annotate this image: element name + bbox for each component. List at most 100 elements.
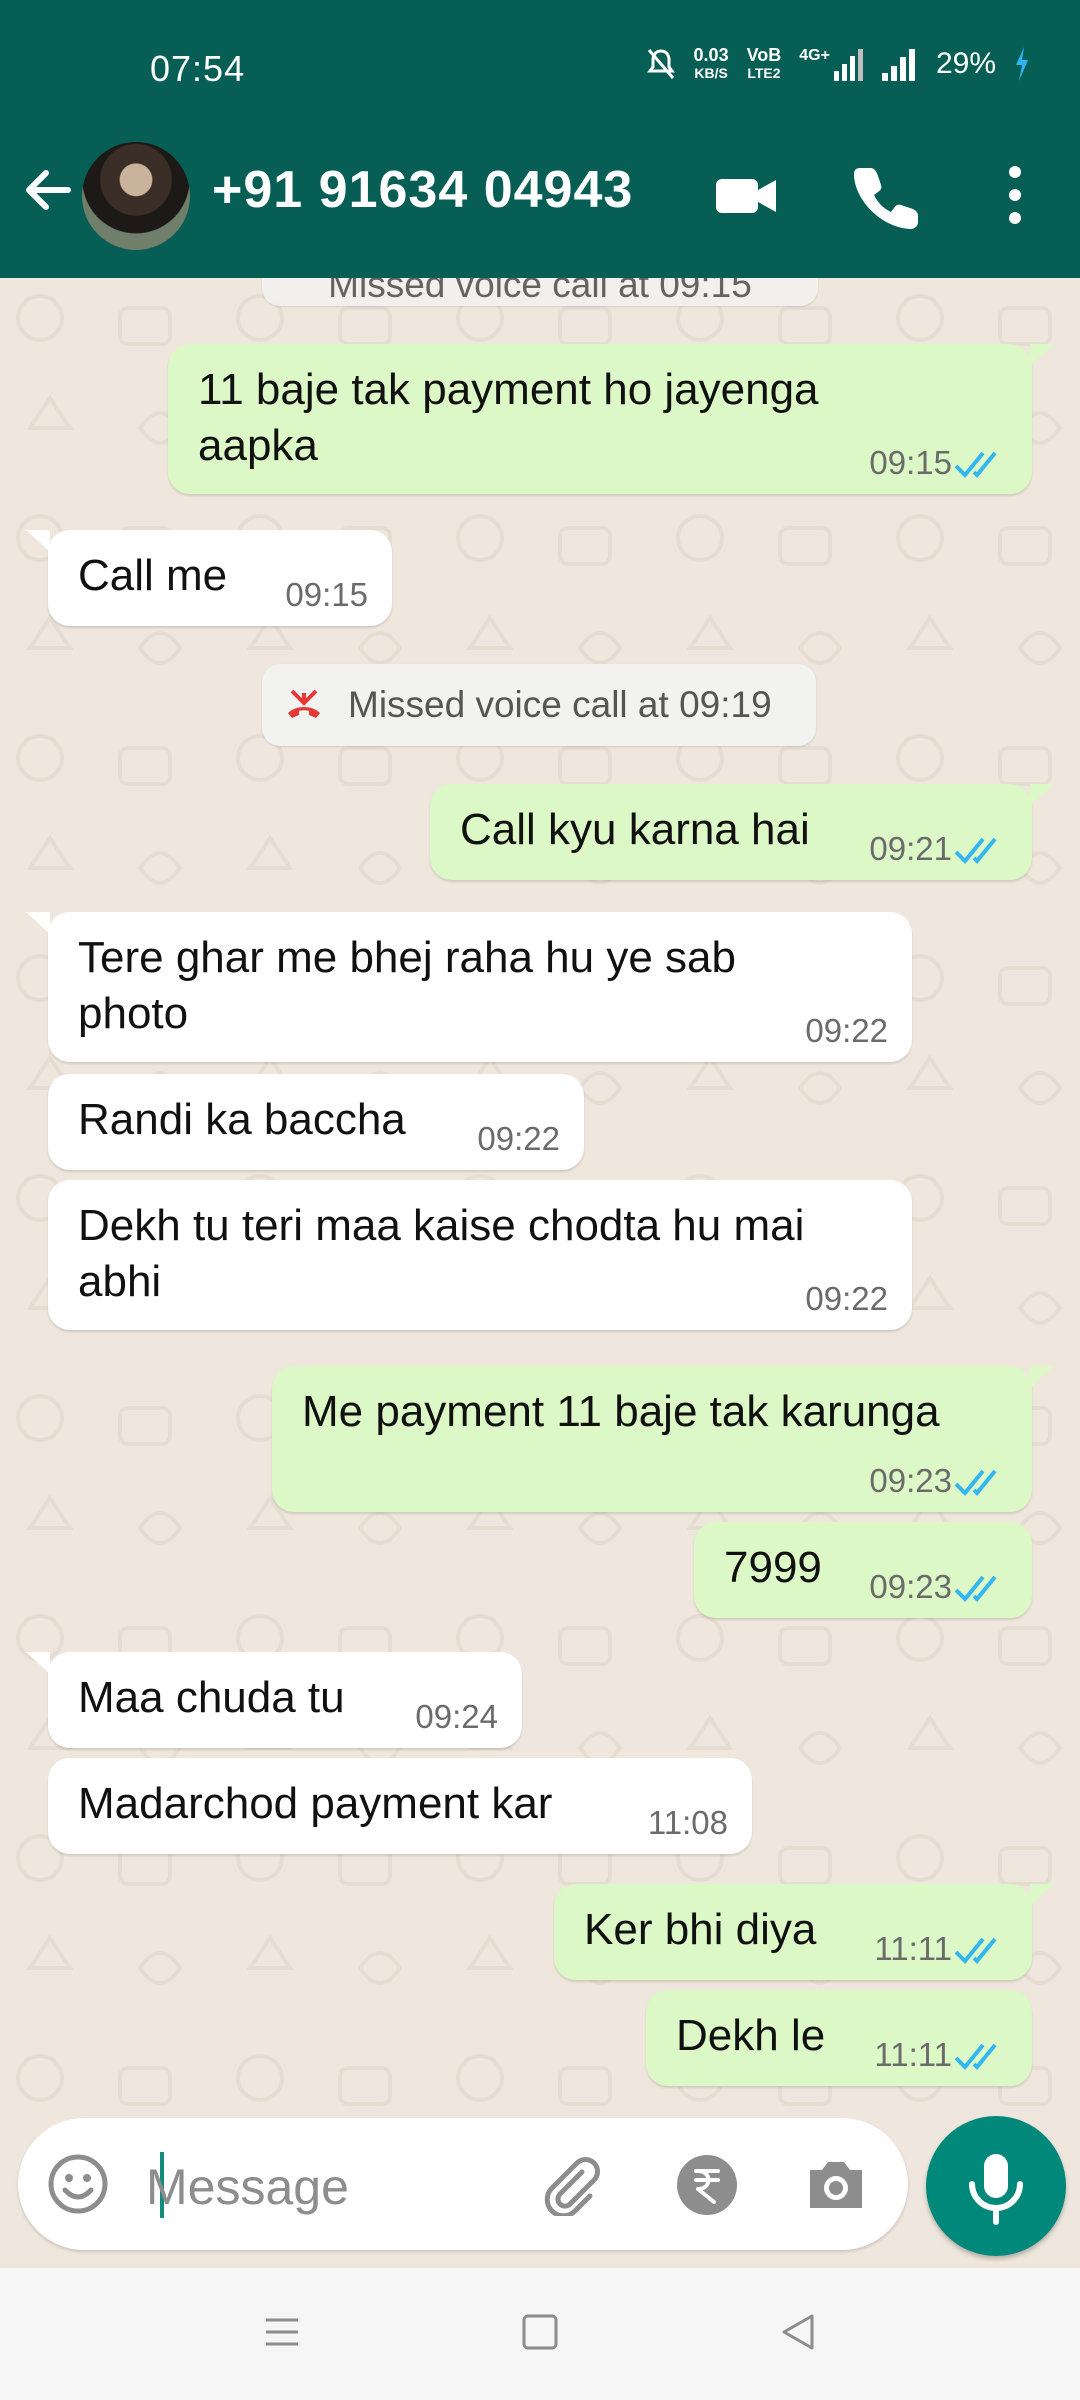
message-incoming[interactable]: Dekh tu teri maa kaise chodta hu mai abh…: [48, 1180, 912, 1330]
message-line: Maa chuda tu: [78, 1673, 345, 1722]
signal-icon: [833, 49, 863, 81]
message-outgoing[interactable]: Call kyu karna hai 09:21: [430, 784, 1032, 880]
message-time: 11:08: [647, 1804, 728, 1841]
message-text: Maa chuda tu: [78, 1670, 345, 1726]
read-ticks-icon: [954, 1575, 997, 1602]
signal-4g: 4G+: [799, 47, 864, 81]
read-ticks-icon: [954, 1469, 997, 1496]
message-line: Call me: [78, 551, 228, 600]
message-text: Tere ghar me bhej raha hu ye sab photo: [78, 930, 736, 1042]
message-time: 09:23: [869, 1462, 952, 1499]
message-line: Me payment 11 baje tak karunga: [302, 1387, 940, 1436]
message-incoming[interactable]: Madarchod payment kar 11:08: [48, 1758, 752, 1854]
voice-record-button[interactable]: [926, 2116, 1066, 2256]
message-incoming[interactable]: Tere ghar me bhej raha hu ye sab photo 0…: [48, 912, 912, 1062]
message-text: Call kyu karna hai: [460, 802, 810, 858]
back-nav-icon[interactable]: [778, 2312, 818, 2352]
message-text: Madarchod payment kar: [78, 1776, 552, 1832]
volte-top: VoB: [746, 45, 782, 65]
missed-call-notice-partial: Missed voice call at 09:15: [262, 278, 818, 306]
read-ticks-icon: [954, 1937, 997, 1964]
mute-notifications-icon: [646, 49, 675, 79]
message-text: Ker bhi diya: [584, 1902, 816, 1958]
battery-percent: 29%: [935, 47, 996, 80]
contact-name[interactable]: +91 91634 04943: [212, 160, 633, 220]
message-text: Dekh tu teri maa kaise chodta hu mai abh…: [78, 1198, 804, 1310]
message-time: 11:11: [874, 1930, 952, 1967]
message-line: Dekh le: [676, 2011, 826, 2060]
bubble-tail: [1030, 1366, 1054, 1388]
message-line: 7999: [724, 1543, 822, 1592]
volte-indicator: VoB LTE2: [747, 46, 782, 82]
home-nav-icon[interactable]: [520, 2312, 560, 2352]
read-ticks-icon: [954, 451, 997, 478]
message-time: 09:22: [805, 1280, 888, 1317]
message-text: Randi ka baccha: [78, 1092, 406, 1148]
voice-call-icon[interactable]: [852, 160, 922, 230]
bubble-tail: [1030, 1884, 1054, 1906]
camera-icon[interactable]: [804, 2154, 868, 2214]
bubble-tail: [26, 912, 50, 934]
contact-avatar[interactable]: [82, 142, 190, 250]
menu-nav-icon[interactable]: [262, 2312, 302, 2352]
missed-call-icon: [288, 689, 320, 718]
video-call-icon[interactable]: [712, 160, 782, 230]
message-line: Tere ghar me bhej raha hu ye sab: [78, 933, 736, 982]
charging-icon: [1016, 47, 1028, 81]
message-text: 11 baje tak payment ho jayenga aapka: [198, 362, 819, 474]
missed-call-text: Missed voice call at 09:19: [348, 684, 772, 725]
network-speed: 0.03 KB/S: [694, 46, 729, 82]
message-outgoing[interactable]: Me payment 11 baje tak karunga 09:23: [272, 1366, 1032, 1512]
message-text: Dekh le: [676, 2008, 825, 2064]
signal-icon-2: [881, 49, 915, 81]
read-ticks-icon: [954, 837, 997, 864]
message-composer: Message: [18, 2118, 908, 2250]
bubble-tail: [1030, 344, 1054, 366]
message-outgoing[interactable]: Dekh le 11:11: [646, 1990, 1032, 2086]
status-icons: 0.03 KB/S VoB LTE2 4G+ 29%: [646, 46, 1030, 82]
message-outgoing[interactable]: Ker bhi diya 11:11: [554, 1884, 1032, 1980]
back-arrow-icon[interactable]: [18, 160, 78, 220]
message-text: 7999: [724, 1540, 822, 1596]
message-input[interactable]: Message: [146, 2158, 349, 2216]
message-outgoing[interactable]: 7999 09:23: [694, 1522, 1032, 1618]
payment-rupee-icon[interactable]: [676, 2154, 738, 2216]
app-header: 07:54 0.03 KB/S VoB LTE2 4G+ 29% +91 916…: [0, 0, 1080, 278]
message-time: 09:23: [869, 1568, 952, 1605]
missed-call-text: Missed voice call at 09:15: [328, 278, 752, 305]
message-line: photo: [78, 989, 189, 1038]
message-line: 11 baje tak payment ho jayenga: [198, 365, 819, 414]
message-line: Madarchod payment kar: [78, 1779, 553, 1828]
more-options-icon[interactable]: [980, 160, 1050, 230]
network-speed-value: 0.03: [693, 45, 729, 65]
message-incoming[interactable]: Randi ka baccha 09:22: [48, 1074, 584, 1170]
message-time: 09:15: [869, 444, 952, 481]
read-ticks-icon: [954, 2043, 997, 2070]
message-line: aapka: [198, 421, 318, 470]
message-line: Call kyu karna hai: [460, 805, 810, 854]
message-text: Me payment 11 baje tak karunga: [302, 1384, 940, 1440]
message-time: 09:21: [869, 830, 952, 867]
message-line: Dekh tu teri maa kaise chodta hu mai: [78, 1201, 805, 1250]
volte-bottom: LTE2: [747, 65, 781, 81]
bubble-tail: [26, 530, 50, 552]
network-type: 4G+: [799, 47, 830, 64]
message-time: 09:24: [415, 1698, 498, 1735]
status-time: 07:54: [150, 48, 246, 89]
bubble-tail: [26, 1652, 50, 1674]
network-speed-unit: KB/S: [694, 65, 728, 81]
message-time: 09:22: [477, 1120, 560, 1157]
bubble-tail: [1030, 784, 1054, 806]
chat-area[interactable]: Missed voice call at 09:15 11 baje tak p…: [0, 278, 1080, 2108]
system-navigation-bar: [0, 2268, 1080, 2400]
message-outgoing[interactable]: 11 baje tak payment ho jayenga aapka 09:…: [168, 344, 1032, 494]
message-line: Randi ka baccha: [78, 1095, 406, 1144]
message-line: abhi: [78, 1257, 162, 1306]
message-incoming[interactable]: Call me 09:15: [48, 530, 392, 626]
message-incoming[interactable]: Maa chuda tu 09:24: [48, 1652, 522, 1748]
message-line: Ker bhi diya: [584, 1905, 817, 1954]
emoji-icon[interactable]: [46, 2152, 110, 2216]
attach-icon[interactable]: [538, 2152, 602, 2216]
missed-call-notice: Missed voice call at 09:19: [262, 664, 816, 746]
message-time: 09:15: [285, 576, 368, 613]
